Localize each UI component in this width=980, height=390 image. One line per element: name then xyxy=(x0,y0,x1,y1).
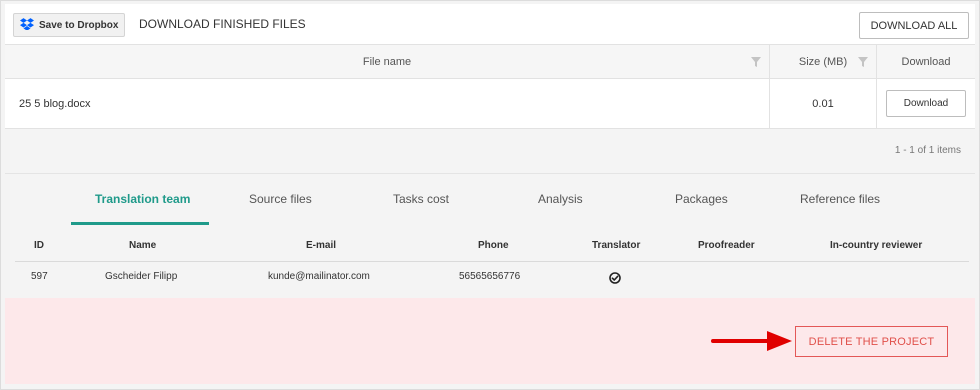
tab-packages[interactable]: Packages xyxy=(675,192,728,206)
column-header-proofreader: Proofreader xyxy=(698,240,755,251)
tab-reference-files[interactable]: Reference files xyxy=(800,192,880,206)
column-header-label: File name xyxy=(362,55,412,68)
column-header-id: ID xyxy=(34,240,44,251)
finished-files-grid: File name Size (MB) Download 25 5 blog.d… xyxy=(5,44,975,171)
save-to-dropbox-label: Save to Dropbox xyxy=(39,19,119,31)
project-panel: Save to Dropbox DOWNLOAD FINISHED FILES … xyxy=(0,0,980,390)
tab-source-files[interactable]: Source files xyxy=(249,192,312,206)
column-header-label: Size (MB) xyxy=(798,55,848,68)
tab-tasks-cost[interactable]: Tasks cost xyxy=(393,192,449,206)
delete-project-button[interactable]: DELETE THE PROJECT xyxy=(795,326,948,357)
danger-zone: DELETE THE PROJECT xyxy=(5,298,975,384)
download-cell: Download xyxy=(877,79,975,128)
column-header-size[interactable]: Size (MB) xyxy=(770,45,877,78)
files-toolbar: Save to Dropbox DOWNLOAD FINISHED FILES … xyxy=(5,4,975,44)
column-header-email: E-mail xyxy=(306,240,337,251)
filter-icon[interactable] xyxy=(751,57,761,67)
column-header-download: Download xyxy=(877,45,975,78)
project-tabs: Translation team Source files Tasks cost… xyxy=(5,173,975,225)
check-circle-icon xyxy=(609,272,621,287)
team-table-header: ID Name E-mail Phone Translator Proofrea… xyxy=(15,225,969,262)
download-file-button[interactable]: Download xyxy=(886,90,966,117)
filter-icon[interactable] xyxy=(858,57,868,67)
table-row: 25 5 blog.docx 0.01 Download xyxy=(5,79,975,129)
tab-analysis[interactable]: Analysis xyxy=(538,192,583,206)
pager-text: 1 - 1 of 1 items xyxy=(894,144,961,156)
file-size-cell: 0.01 xyxy=(770,79,877,128)
column-header-in-country-reviewer: In-country reviewer xyxy=(830,240,923,251)
column-header-label: Download xyxy=(901,55,951,68)
save-to-dropbox-button[interactable]: Save to Dropbox xyxy=(13,13,125,37)
grid-header: File name Size (MB) Download xyxy=(5,44,975,79)
pager-info: 1 - 1 of 1 items xyxy=(5,129,975,171)
download-all-button[interactable]: DOWNLOAD ALL xyxy=(859,12,969,39)
member-name: Gscheider Filipp xyxy=(105,271,178,282)
file-name-cell: 25 5 blog.docx xyxy=(5,79,770,128)
translation-team-table: ID Name E-mail Phone Translator Proofrea… xyxy=(5,225,975,298)
member-email: kunde@mailinator.com xyxy=(268,271,370,282)
dropbox-icon xyxy=(20,17,34,33)
column-header-name: Name xyxy=(129,240,157,251)
column-header-file-name[interactable]: File name xyxy=(5,45,770,78)
member-phone: 56565656776 xyxy=(459,271,521,282)
column-header-translator: Translator xyxy=(592,240,641,251)
tab-translation-team[interactable]: Translation team xyxy=(95,192,190,206)
table-row: 597 Gscheider Filipp kunde@mailinator.co… xyxy=(15,262,969,298)
arrow-right-icon xyxy=(711,331,792,351)
download-finished-files-title: DOWNLOAD FINISHED FILES xyxy=(139,17,306,31)
column-header-phone: Phone xyxy=(478,240,509,251)
member-id: 597 xyxy=(31,271,48,282)
